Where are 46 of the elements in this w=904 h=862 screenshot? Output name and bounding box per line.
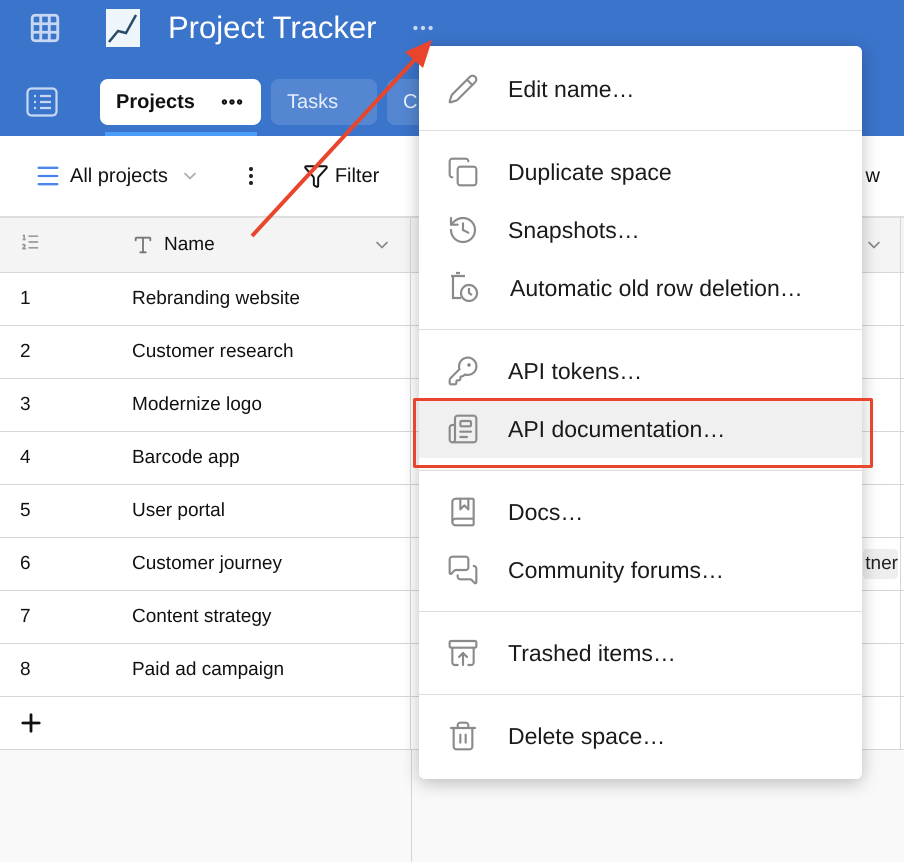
- app-title: Project Tracker: [168, 10, 376, 46]
- column-header[interactable]: Name: [164, 234, 215, 256]
- trash-icon: [447, 720, 479, 752]
- row-number: 3: [19, 394, 32, 416]
- menu-item[interactable]: API tokens…: [419, 342, 862, 400]
- menu-item[interactable]: Duplicate space: [419, 143, 862, 201]
- tag: tner: [863, 549, 898, 579]
- pencil-icon: [447, 73, 479, 105]
- table-cell: Barcode app: [132, 447, 240, 469]
- toolbar-text[interactable]: w: [866, 164, 880, 188]
- text-type-icon: [132, 234, 154, 256]
- table-cell: Modernize logo: [132, 394, 262, 416]
- table-cell: User portal: [132, 500, 225, 522]
- copy-icon: [447, 156, 479, 188]
- table-cell: Customer journey: [132, 553, 282, 575]
- menu-item[interactable]: Community forums…: [419, 541, 862, 599]
- filter-icon[interactable]: [302, 163, 329, 189]
- restore-icon: [447, 637, 479, 669]
- menu-item[interactable]: Docs…: [419, 483, 862, 541]
- filter-button[interactable]: Filter: [334, 164, 380, 188]
- document-icon: [447, 413, 479, 445]
- menu-item[interactable]: API documentation…: [419, 400, 862, 458]
- menu-item[interactable]: Snapshots…: [419, 201, 862, 259]
- grid-icon[interactable]: [28, 11, 62, 45]
- list-icon[interactable]: [26, 87, 58, 117]
- row-number-icon: [20, 232, 40, 252]
- menu-item[interactable]: Delete space…: [419, 707, 862, 765]
- history-icon: [447, 214, 479, 246]
- row-number: 4: [19, 447, 32, 469]
- row-number: 1: [19, 288, 32, 310]
- view-selector[interactable]: All projects: [70, 164, 168, 188]
- row-number: 5: [19, 500, 32, 522]
- menu-item[interactable]: Automatic old row deletion…: [419, 259, 862, 317]
- row-number: 2: [19, 341, 32, 363]
- key-icon: [447, 355, 479, 387]
- table-cell: Customer research: [132, 341, 294, 363]
- table-cell: Rebranding website: [132, 288, 300, 310]
- row-number: 8: [19, 659, 32, 681]
- menu-item[interactable]: Trashed items…: [419, 624, 862, 682]
- table-cell: Content strategy: [132, 606, 272, 628]
- chat-icon: [447, 554, 479, 586]
- row-number: 7: [19, 606, 32, 628]
- menu-item[interactable]: Edit name…: [419, 60, 862, 118]
- chart-logo-icon: [106, 9, 140, 47]
- table-cell: Paid ad campaign: [132, 659, 284, 681]
- row-number: 6: [19, 553, 32, 575]
